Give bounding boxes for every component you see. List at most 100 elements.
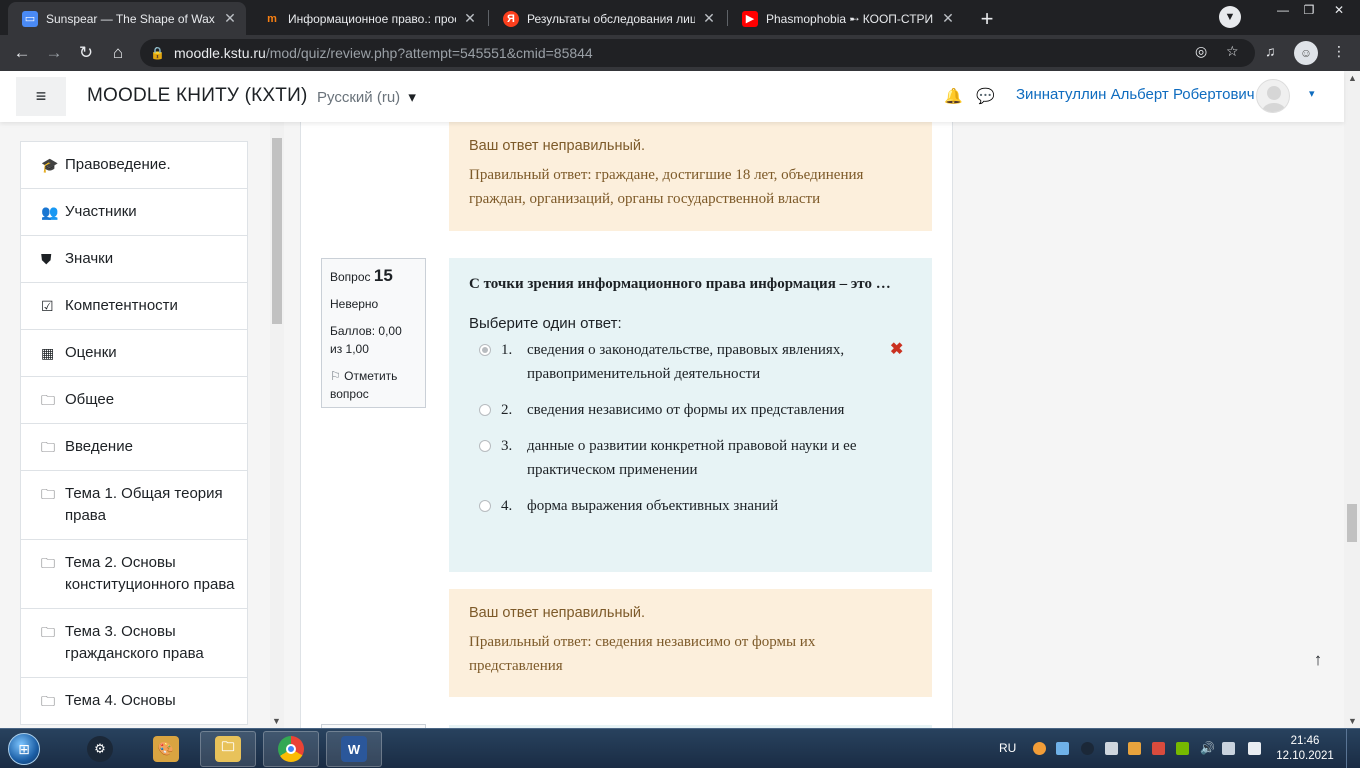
tray-cloud-icon[interactable] bbox=[1056, 742, 1069, 755]
drawer-scrollbar[interactable]: ▼ bbox=[270, 122, 284, 728]
drawer-item-label: Тема 3. Основы гражданского права bbox=[65, 623, 204, 662]
tab-search-icon[interactable]: ▼ bbox=[1219, 6, 1241, 28]
taskbar-steam[interactable]: ⚙ bbox=[72, 731, 128, 767]
language-menu[interactable]: Русский (ru) ▾ bbox=[317, 88, 416, 106]
home-icon[interactable]: ⌂ bbox=[106, 41, 130, 65]
input-language[interactable]: RU bbox=[999, 741, 1016, 755]
taskbar-paint[interactable]: 🎨 bbox=[138, 731, 194, 767]
close-tab-icon[interactable]: ✕ bbox=[701, 10, 717, 27]
drawer-toggle-button[interactable]: ≡ bbox=[16, 77, 66, 116]
tracking-off-icon[interactable]: ◎ bbox=[1195, 43, 1207, 60]
checkbox-icon: ☑ bbox=[41, 298, 54, 314]
media-control-icon[interactable]: ♫ bbox=[1265, 43, 1276, 59]
answer-option-1: 1. сведения о законодательстве, правовых… bbox=[469, 338, 912, 386]
site-name[interactable]: MOODLE КНИТУ (КХТИ) bbox=[87, 85, 307, 107]
moodle-favicon-icon: m bbox=[267, 12, 277, 25]
forward-icon[interactable]: → bbox=[42, 41, 66, 65]
question-state: Неверно bbox=[330, 297, 379, 311]
show-desktop-button[interactable] bbox=[1346, 729, 1360, 768]
browser-tab-moodle[interactable]: m Информационное право.: просмо ✕ bbox=[250, 2, 486, 35]
flag-notifications-icon[interactable] bbox=[1248, 742, 1261, 755]
start-button[interactable]: ⊞ bbox=[4, 731, 44, 767]
clock-date: 12.10.2021 bbox=[1276, 750, 1334, 762]
drawer-item-topic-4[interactable]: 🗀 Тема 4. Основы bbox=[20, 678, 248, 725]
taskbar-explorer[interactable]: 🗀 bbox=[200, 731, 256, 767]
network-icon[interactable] bbox=[1222, 742, 1235, 755]
close-tab-icon[interactable]: ✕ bbox=[462, 10, 478, 27]
tray-security-icon[interactable] bbox=[1128, 742, 1141, 755]
drawer-item-label: Тема 1. Общая теория права bbox=[65, 485, 223, 524]
browser-tab-yandex[interactable]: Я Результаты обследования лица, ✕ bbox=[489, 2, 725, 35]
close-window-icon[interactable]: ✕ bbox=[1322, 0, 1356, 20]
folder-icon: 🗀 bbox=[41, 555, 55, 571]
answer-radio[interactable] bbox=[479, 404, 491, 416]
table-icon: ▦ bbox=[41, 345, 55, 361]
folder-icon: 🗀 bbox=[41, 486, 55, 502]
browser-tab-youtube[interactable]: ▶ Phasmophobia ➸ КООП-СТРИМ ✕ bbox=[728, 2, 964, 35]
drawer-item-course[interactable]: 🎓 Правоведение. bbox=[20, 141, 248, 189]
address-bar[interactable]: 🔒 moodle.kstu.ru/mod/quiz/review.php?att… bbox=[140, 39, 1255, 67]
shield-icon: ⛊ bbox=[41, 251, 52, 267]
restore-window-icon[interactable]: ❐ bbox=[1296, 0, 1322, 20]
feedback-verdict: Ваш ответ неправильный. bbox=[469, 138, 646, 154]
taskbar-chrome[interactable] bbox=[263, 731, 319, 767]
reload-icon[interactable]: ↻ bbox=[74, 41, 98, 65]
browser-menu-icon[interactable]: ⋮ bbox=[1332, 43, 1346, 60]
drawer-item-participants[interactable]: 👥 Участники bbox=[20, 189, 248, 236]
drawer-item-topic-1[interactable]: 🗀 Тема 1. Общая теория права bbox=[20, 471, 248, 540]
question-number-value: 15 bbox=[373, 266, 393, 285]
page-scrollbar-thumb[interactable] bbox=[1347, 504, 1357, 542]
user-name[interactable]: Зиннатуллин Альберт Робертович bbox=[1016, 86, 1255, 103]
user-avatar[interactable] bbox=[1256, 79, 1290, 113]
word-icon: W bbox=[341, 736, 367, 762]
drawer-item-general[interactable]: 🗀 Общее bbox=[20, 377, 248, 424]
drawer-scrollbar-thumb[interactable] bbox=[272, 138, 282, 324]
tray-usb-icon[interactable] bbox=[1105, 742, 1118, 755]
taskbar-word[interactable]: W bbox=[326, 731, 382, 767]
profile-avatar-icon[interactable]: ☺ bbox=[1294, 41, 1318, 65]
folder-icon: 🗀 bbox=[215, 736, 241, 762]
url-host: moodle.kstu.ru bbox=[174, 45, 266, 61]
drawer-item-competencies[interactable]: ☑ Компетентности bbox=[20, 283, 248, 330]
system-clock[interactable]: 21:46 12.10.2021 bbox=[1272, 734, 1338, 764]
drawer-item-topic-2[interactable]: 🗀 Тема 2. Основы конституционного права bbox=[20, 540, 248, 609]
answer-radio[interactable] bbox=[479, 440, 491, 452]
new-tab-button[interactable]: + bbox=[973, 5, 1001, 33]
lock-icon[interactable]: 🔒 bbox=[150, 46, 168, 60]
user-menu-caret-icon[interactable]: ▾ bbox=[1309, 87, 1315, 100]
back-icon[interactable]: ← bbox=[10, 41, 34, 65]
answer-number: 4. bbox=[501, 498, 513, 514]
question-feedback: Ваш ответ неправильный. Правильный ответ… bbox=[449, 589, 932, 697]
scroll-down-arrow-icon[interactable]: ▼ bbox=[1348, 716, 1357, 726]
bookmark-star-icon[interactable]: ☆ bbox=[1226, 43, 1239, 60]
folder-icon: 🗀 bbox=[41, 392, 55, 408]
flag-question-link[interactable]: ⚐ Отметить вопрос bbox=[330, 367, 417, 403]
close-tab-icon[interactable]: ✕ bbox=[222, 10, 238, 27]
browser-tab-sunspear[interactable]: ▭ Sunspear — The Shape of Wax ✕ bbox=[8, 2, 246, 35]
minimize-window-icon[interactable]: — bbox=[1270, 0, 1296, 20]
answer-radio[interactable] bbox=[479, 500, 491, 512]
scroll-down-arrow-icon[interactable]: ▼ bbox=[272, 716, 281, 726]
drawer-item-intro[interactable]: 🗀 Введение bbox=[20, 424, 248, 471]
tab-title: Phasmophobia ➸ КООП-СТРИМ bbox=[766, 11, 934, 26]
drawer-item-topic-3[interactable]: 🗀 Тема 3. Основы гражданского права bbox=[20, 609, 248, 678]
close-tab-icon[interactable]: ✕ bbox=[940, 10, 956, 27]
notifications-bell-icon[interactable]: 🔔 bbox=[944, 87, 963, 105]
volume-icon[interactable]: 🔊 bbox=[1200, 742, 1215, 755]
nvidia-icon[interactable] bbox=[1176, 742, 1189, 755]
moodle-navbar: ≡ MOODLE КНИТУ (КХТИ) Русский (ru) ▾ 🔔 💬… bbox=[0, 71, 1344, 122]
tray-steam-icon[interactable] bbox=[1081, 742, 1094, 755]
scroll-up-arrow-icon[interactable]: ▲ bbox=[1348, 73, 1357, 83]
page-scrollbar[interactable]: ▲ ▼ bbox=[1344, 71, 1360, 728]
tray-app-icon[interactable] bbox=[1033, 742, 1046, 755]
messages-chat-icon[interactable]: 💬 bbox=[976, 87, 995, 105]
drawer-item-badges[interactable]: ⛊ Значки bbox=[20, 236, 248, 283]
answer-option-3: 3. данные о развитии конкретной правовой… bbox=[469, 434, 912, 482]
drawer-list: 🎓 Правоведение. 👥 Участники ⛊ Значки ☑ Компе… bbox=[20, 141, 248, 725]
back-to-top-button[interactable]: ↑ bbox=[1294, 643, 1342, 677]
folder-icon: 🗀 bbox=[41, 693, 55, 709]
answer-radio[interactable] bbox=[479, 344, 491, 356]
drawer-item-grades[interactable]: ▦ Оценки bbox=[20, 330, 248, 377]
answer-option-2: 2. сведения независимо от формы их предс… bbox=[469, 398, 912, 422]
tray-app-2-icon[interactable] bbox=[1152, 742, 1165, 755]
